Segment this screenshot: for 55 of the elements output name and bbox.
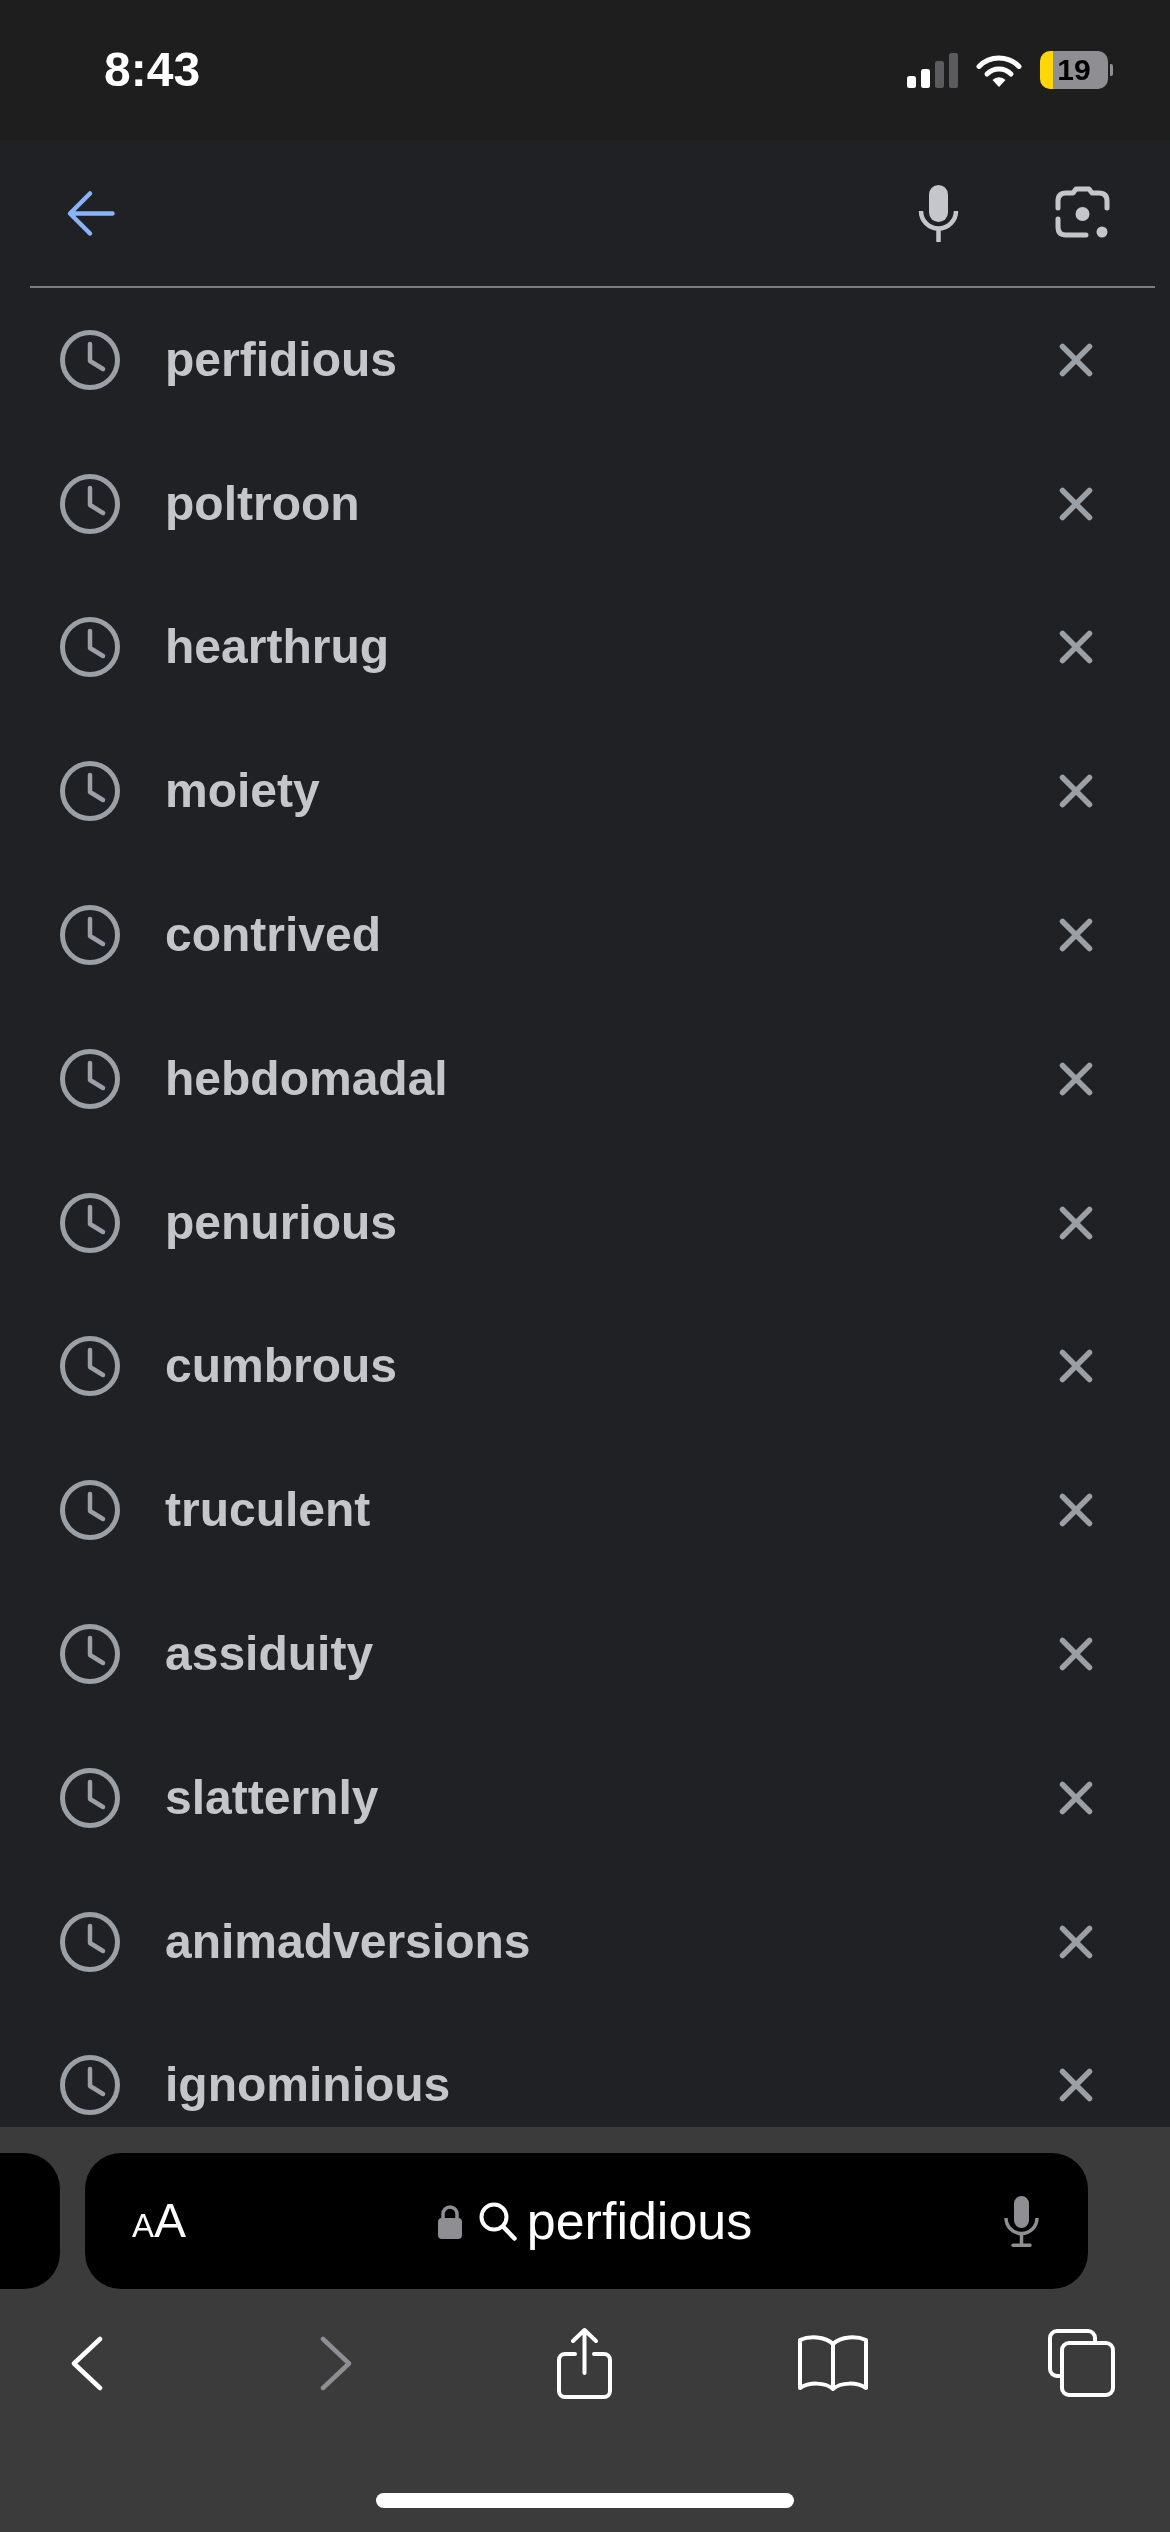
clock-icon: [60, 473, 120, 534]
history-entry[interactable]: perfidious: [165, 335, 397, 384]
signal-icon: [907, 52, 958, 88]
history-entry[interactable]: ignominious: [165, 2061, 451, 2110]
clock-icon: [60, 1480, 120, 1541]
chevron-left-icon[interactable]: [71, 2335, 103, 2391]
microphone-icon[interactable]: [1003, 2195, 1040, 2247]
close-icon[interactable]: [1059, 486, 1093, 521]
history-entry[interactable]: truculent: [165, 1486, 371, 1535]
clock-icon: [60, 617, 120, 678]
clock-icon: [60, 1911, 120, 1972]
history-entry[interactable]: poltroon: [165, 479, 360, 528]
close-icon[interactable]: [1059, 1349, 1093, 1384]
history-entry[interactable]: hebdomadal: [165, 1054, 448, 1103]
clock-icon: [60, 1192, 120, 1253]
history-entry[interactable]: penurious: [165, 1198, 397, 1247]
text-size-button[interactable]: AA: [132, 2197, 187, 2245]
microphone-icon[interactable]: [917, 184, 960, 242]
clock-icon: [60, 1767, 120, 1828]
close-icon[interactable]: [1059, 1924, 1093, 1959]
back-arrow-icon[interactable]: [66, 188, 115, 238]
close-icon[interactable]: [1059, 1205, 1093, 1240]
search-icon: [478, 2201, 517, 2241]
clock-icon: [60, 761, 120, 822]
close-icon[interactable]: [1059, 918, 1093, 953]
battery-percentage: 19: [1057, 55, 1091, 85]
share-icon[interactable]: [555, 2326, 613, 2400]
close-icon[interactable]: [1059, 630, 1093, 665]
clock-icon: [60, 2055, 120, 2116]
clock-icon: [60, 1624, 120, 1685]
book-icon[interactable]: [796, 2334, 869, 2392]
close-icon[interactable]: [1059, 1780, 1093, 1815]
lock-icon: [436, 2203, 463, 2239]
close-icon[interactable]: [1059, 2068, 1093, 2103]
close-icon[interactable]: [1059, 1493, 1093, 1528]
history-entry[interactable]: hearthrug: [165, 623, 389, 672]
status-time: 8:43: [104, 46, 201, 94]
close-icon[interactable]: [1059, 1061, 1093, 1096]
camera-icon[interactable]: [1055, 186, 1110, 240]
address-field[interactable]: AA perfidious: [85, 2153, 1088, 2289]
close-icon[interactable]: [1059, 1637, 1093, 1672]
clock-icon: [60, 1336, 120, 1397]
history-entry[interactable]: moiety: [165, 767, 320, 816]
clock-icon: [60, 329, 120, 390]
partial-address-field[interactable]: [0, 2153, 60, 2289]
clock-icon: [60, 905, 120, 966]
close-icon[interactable]: [1059, 774, 1093, 809]
close-icon[interactable]: [1059, 342, 1093, 377]
history-entry[interactable]: animadversions: [165, 1917, 531, 1966]
history-entry[interactable]: contrived: [165, 911, 382, 960]
overlapping-squares-icon[interactable]: [1047, 2329, 1115, 2397]
history-entry[interactable]: slatternly: [165, 1773, 379, 1822]
clock-icon: [60, 1048, 120, 1109]
history-entry[interactable]: cumbrous: [165, 1342, 398, 1391]
history-entry[interactable]: assiduity: [165, 1630, 374, 1679]
